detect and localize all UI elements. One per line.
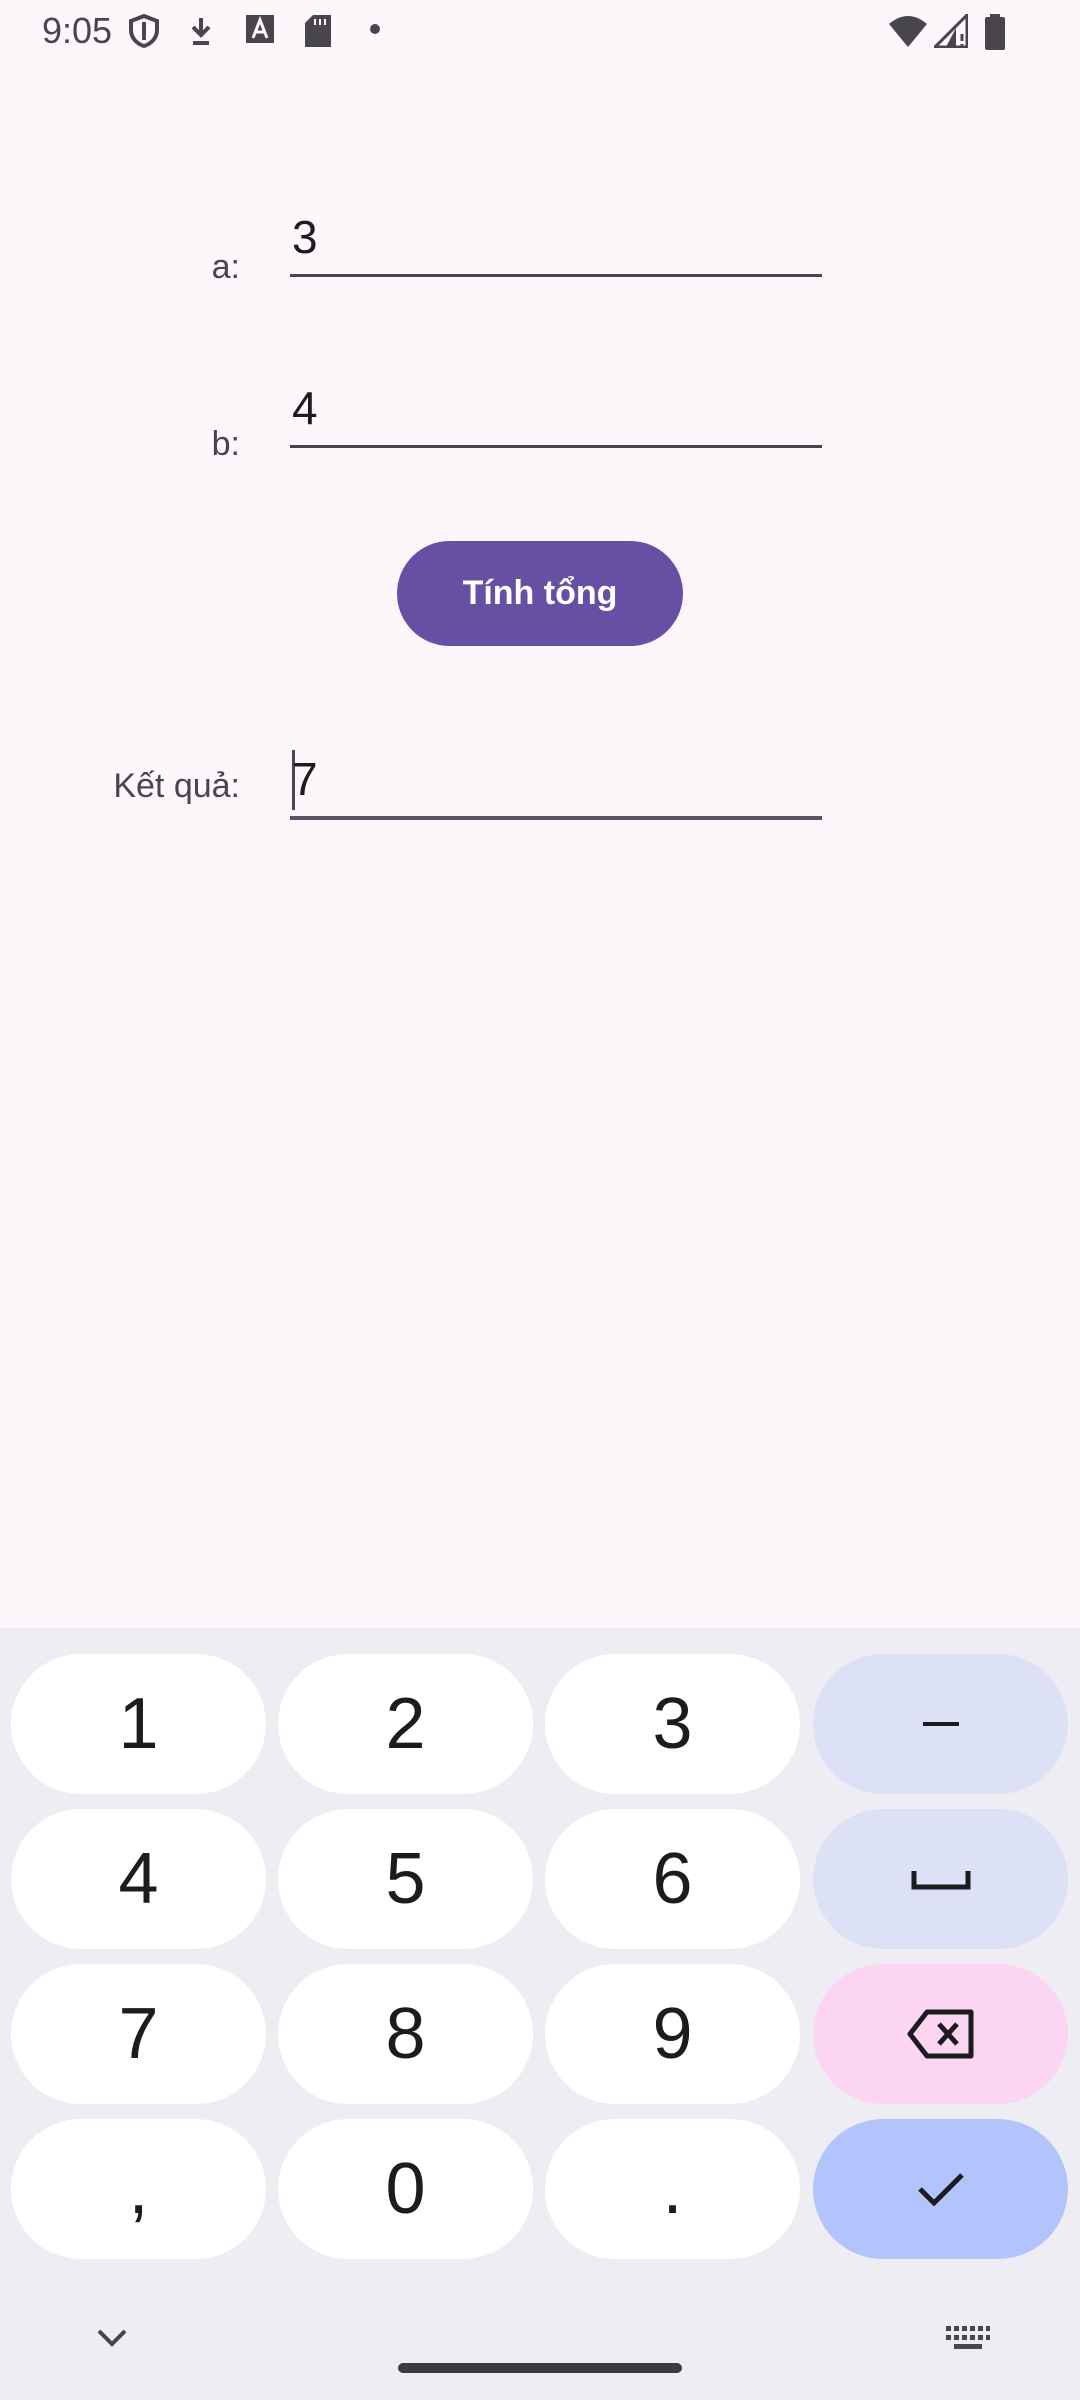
dot-icon xyxy=(370,24,380,34)
chevron-down-icon[interactable] xyxy=(96,2328,128,2348)
key-9[interactable]: 9 xyxy=(545,1964,800,2104)
navigation-handle[interactable] xyxy=(398,2363,682,2373)
key-done[interactable] xyxy=(813,2119,1068,2259)
sd-card-icon xyxy=(305,15,331,47)
space-icon xyxy=(911,1871,970,1890)
wifi-icon xyxy=(889,16,927,47)
key-0[interactable]: 0 xyxy=(278,2119,533,2259)
key-backspace[interactable] xyxy=(813,1964,1068,2104)
status-time: 9:05 xyxy=(42,10,113,51)
b-input-value: 4 xyxy=(292,382,318,434)
key-minus[interactable] xyxy=(813,1654,1068,1794)
backspace-icon xyxy=(907,2009,973,2059)
check-icon xyxy=(917,2173,964,2207)
numeric-keyboard: 1 2 3 4 5 6 7 8 9 , 0 . xyxy=(0,1628,1080,2400)
battery-icon xyxy=(985,14,1005,50)
keyboard-switch-icon[interactable] xyxy=(946,2326,990,2350)
key-3[interactable]: 3 xyxy=(545,1654,800,1794)
sum-button[interactable]: Tính tổng xyxy=(397,541,683,646)
key-comma[interactable]: , xyxy=(11,2119,266,2259)
key-5[interactable]: 5 xyxy=(278,1809,533,1949)
app-screen: 9:05 a: 3 b: 4 Tính tổng Kết quả: 7 1 2 … xyxy=(0,0,1080,2400)
b-input[interactable]: 4 xyxy=(290,371,822,448)
key-period[interactable]: . xyxy=(545,2119,800,2259)
a-label: a: xyxy=(211,248,240,286)
key-8[interactable]: 8 xyxy=(278,1964,533,2104)
download-icon xyxy=(191,18,211,45)
key-2[interactable]: 2 xyxy=(278,1654,533,1794)
minus-icon xyxy=(922,1722,959,1726)
b-label: b: xyxy=(211,425,240,463)
a-input-value: 3 xyxy=(292,211,318,263)
result-label: Kết quả: xyxy=(113,767,240,805)
key-1[interactable]: 1 xyxy=(11,1654,266,1794)
key-6[interactable]: 6 xyxy=(545,1809,800,1949)
key-4[interactable]: 4 xyxy=(11,1809,266,1949)
text-a-icon xyxy=(246,15,274,43)
status-bar: 9:05 xyxy=(0,0,1080,62)
result-field[interactable]: 7 xyxy=(290,742,822,820)
result-value: 7 xyxy=(292,753,318,805)
shield-icon xyxy=(129,14,159,48)
signal-icon xyxy=(934,14,968,48)
key-7[interactable]: 7 xyxy=(11,1964,266,2104)
key-space[interactable] xyxy=(813,1809,1068,1949)
a-input[interactable]: 3 xyxy=(290,200,822,277)
